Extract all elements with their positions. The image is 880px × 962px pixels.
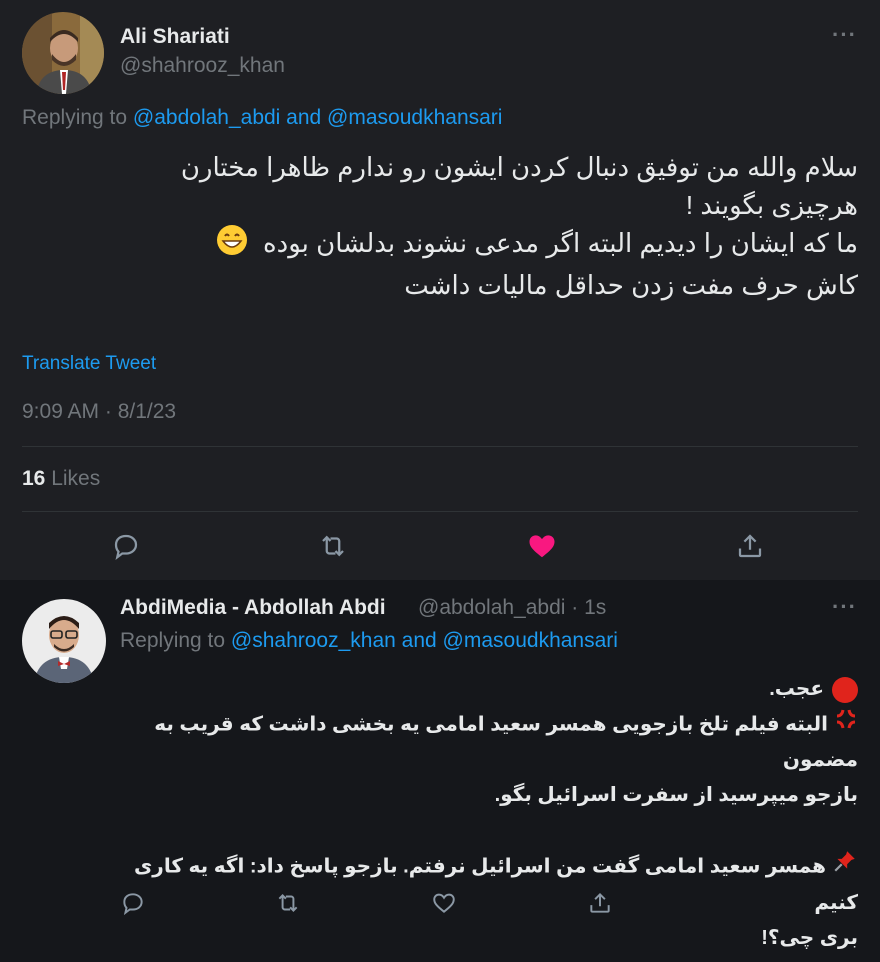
tweet-line: ما که ایشان را دیدیم البته اگر مدعی نشون… [263,228,858,258]
like-button[interactable] [427,886,461,920]
replying-to: Replying to @abdolah_abdi and @masoudkha… [22,106,502,130]
tweet-line: بازجو میپرسید از سفرت اسرائیل بگو. [494,784,858,806]
heart-icon [527,531,557,561]
tweet-timestamp[interactable]: 9:09 AM · 8/1/23 [22,400,176,424]
tweet-line: البته فیلم تلخ بازجویی همسر سعید امامی ی… [154,713,858,771]
like-button[interactable] [522,526,562,566]
tweet-line-with-emoji: عجب. [118,672,858,707]
likes-label: Likes [51,467,101,490]
author-name[interactable]: Ali Shariati [120,25,230,49]
more-icon[interactable]: ··· [832,22,857,48]
reply-tweet[interactable]: AbdiMedia - Abdollah Abdi @abdolah_abdi … [0,580,880,962]
share-icon [587,890,613,916]
tweet-line: همسر سعید امامی گفت من اسرائیل نرفتم. با… [133,855,858,914]
tweet-text: سلام والله من توفیق دنبال کردن ایشون رو … [18,148,858,304]
replying-mentions[interactable]: @shahrooz_khan and @masoudkhansari [231,629,618,652]
reply-button[interactable] [106,526,146,566]
share-button[interactable] [583,886,617,920]
anger-icon [834,707,858,743]
author-handle[interactable]: @shahrooz_khan [120,54,285,78]
reply-icon [111,531,141,561]
more-icon[interactable]: ··· [832,594,857,620]
tweet-line-with-emoji: ما که ایشان را دیدیم البته اگر مدعی نشون… [18,224,858,266]
replying-prefix: Replying to [22,106,128,129]
divider [22,511,858,512]
retweet-button[interactable] [313,526,353,566]
retweet-button[interactable] [271,886,305,920]
reply-button[interactable] [116,886,150,920]
likes-count: 16 [22,467,46,490]
share-icon [735,531,765,561]
tweet-line: کاش حرف مفت زدن حداقل مالیات داشت [404,270,858,301]
tweet-line-with-emoji: همسر سعید امامی گفت من اسرائیل نرفتم. با… [118,848,858,921]
divider [22,446,858,447]
tweet-line: عجب. [769,678,824,700]
share-button[interactable] [730,526,770,566]
tweet-line: بری چی؟! [761,927,858,949]
tweet-line: هرچیزی بگویند ! [685,190,858,220]
grin-emoji-icon [216,224,248,266]
likes-stat[interactable]: 16 Likes [22,467,100,491]
heart-outline-icon [431,890,457,916]
retweet-icon [317,531,349,561]
author-name[interactable]: AbdiMedia - Abdollah Abdi [120,596,386,620]
tweet-text: عجب. البته فیلم تلخ بازجویی همسر سعید ام… [118,672,858,956]
tweet-line: سلام والله من توفیق دنبال کردن ایشون رو … [180,152,858,182]
avatar[interactable] [22,599,106,683]
red-circle-icon [832,676,858,703]
tweet-line-with-emoji: البته فیلم تلخ بازجویی همسر سعید امامی ی… [118,707,858,778]
avatar[interactable] [22,12,104,94]
pushpin-icon [832,848,858,886]
retweet-icon [274,890,302,916]
translate-link[interactable]: Translate Tweet [22,353,156,375]
reply-icon [120,890,146,916]
replying-mentions[interactable]: @abdolah_abdi and @masoudkhansari [133,106,503,129]
author-handle[interactable]: @abdolah_abdi · 1s [418,596,606,620]
replying-to: Replying to @shahrooz_khan and @masoudkh… [120,629,618,653]
replying-prefix: Replying to [120,629,226,652]
main-tweet: Ali Shariati @shahrooz_khan ··· Replying… [0,0,880,580]
